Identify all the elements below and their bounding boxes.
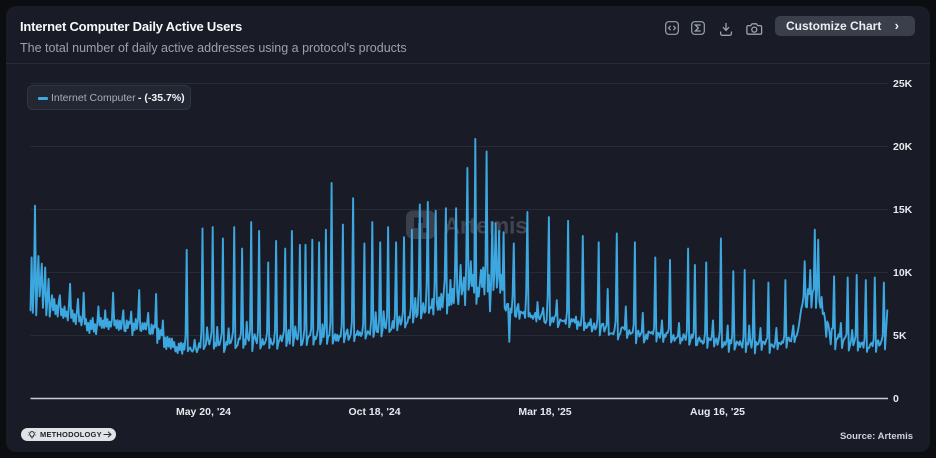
svg-text:15K: 15K [893, 204, 913, 216]
svg-text:10K: 10K [893, 267, 913, 279]
svg-text:5K: 5K [893, 330, 907, 342]
svg-text:May 20, '24: May 20, '24 [176, 406, 231, 418]
svg-text:Mar 18, '25: Mar 18, '25 [518, 406, 571, 418]
svg-text:20K: 20K [893, 141, 913, 153]
svg-text:25K: 25K [893, 78, 913, 90]
svg-text:0: 0 [893, 393, 899, 405]
svg-text:Aug 16, '25: Aug 16, '25 [690, 406, 745, 418]
svg-text:Oct 18, '24: Oct 18, '24 [348, 406, 400, 418]
